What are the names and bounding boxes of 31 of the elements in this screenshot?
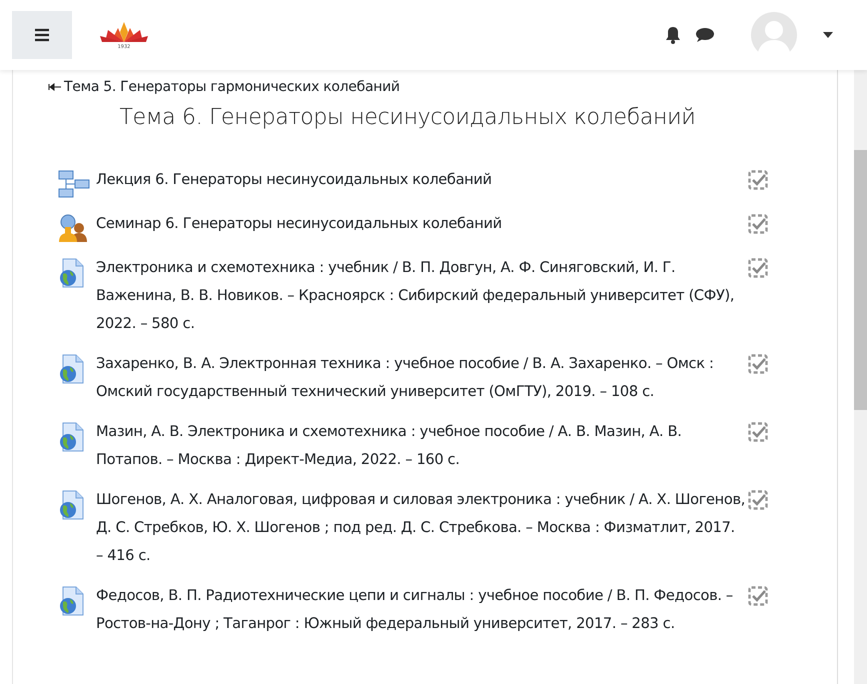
activity-link[interactable]: Семинар 6. Генераторы несинусоидальных колебаний xyxy=(96,210,746,238)
activity-link[interactable]: Шогенов, А. Х. Аналоговая, цифровая и силовая электроника : учебник / А. Х. Шогенов, Д. С. Стребков, Ю. Х. Шогенов ; под ред. Д. С. Стребкова. – Москва : Физматлит, 2017. – 416 с. xyxy=(96,486,746,570)
web-link-icon xyxy=(58,258,86,288)
previous-section-link[interactable]: Тема 5. Генераторы гармонических колебаний xyxy=(48,79,400,95)
caret-icon[interactable] xyxy=(823,32,833,38)
scrollbar[interactable] xyxy=(854,70,867,684)
menu-icon xyxy=(34,28,50,42)
activity-link[interactable]: Захаренко, В. А. Электронная техника : учебное пособие / В. А. Захаренко. – Омск : Омский государственный технический университет (ОмГТУ), 2019. – 108 с. xyxy=(96,350,746,406)
completed-checkbox-icon[interactable] xyxy=(748,354,768,374)
activity-link[interactable]: Лекция 6. Генераторы несинусоидальных колебаний xyxy=(96,166,746,194)
activity-link[interactable]: Мазин, А. В. Электроника и схемотехника : учебное пособие / А. В. Мазин, А. В. Потапов. – Москва : Директ-Медиа, 2022. – 160 с. xyxy=(96,418,746,474)
web-link-icon xyxy=(58,490,86,520)
web-link-icon xyxy=(58,422,86,452)
lotus-logo-icon[interactable] xyxy=(98,20,150,44)
web-link-icon xyxy=(58,586,86,616)
completed-checkbox-icon[interactable] xyxy=(748,258,768,278)
completed-checkbox-icon[interactable] xyxy=(748,214,768,234)
arrow-left-icon xyxy=(48,83,62,91)
hierarchy-icon xyxy=(58,170,90,198)
menu-button[interactable] xyxy=(12,11,72,59)
people-icon xyxy=(58,214,90,242)
completed-checkbox-icon[interactable] xyxy=(748,490,768,510)
web-link-icon xyxy=(58,354,86,384)
chat-icon[interactable] xyxy=(695,27,715,43)
bell-icon[interactable] xyxy=(665,26,681,44)
section-title: Тема 6. Генераторы несинусоидальных колебаний xyxy=(118,105,697,130)
completed-checkbox-icon[interactable] xyxy=(748,170,768,190)
completed-checkbox-icon[interactable] xyxy=(748,586,768,606)
activity-link[interactable]: Федосов, В. П. Радиотехнические цепи и сигналы : учебное пособие / В. П. Федосов. – Ростов-на-Дону ; Таганрог : Южный федеральный университет, 2017. – 283 с. xyxy=(96,582,746,638)
activity-link[interactable]: Электроника и схемотехника : учебник / В. П. Довгун, А. Ф. Синяговский, И. Г. Важенина, В. В. Новиков. – Красноярск : Сибирский федеральный университет (СФУ), 2022. – 580 с. xyxy=(96,254,746,338)
completed-checkbox-icon[interactable] xyxy=(748,422,768,442)
